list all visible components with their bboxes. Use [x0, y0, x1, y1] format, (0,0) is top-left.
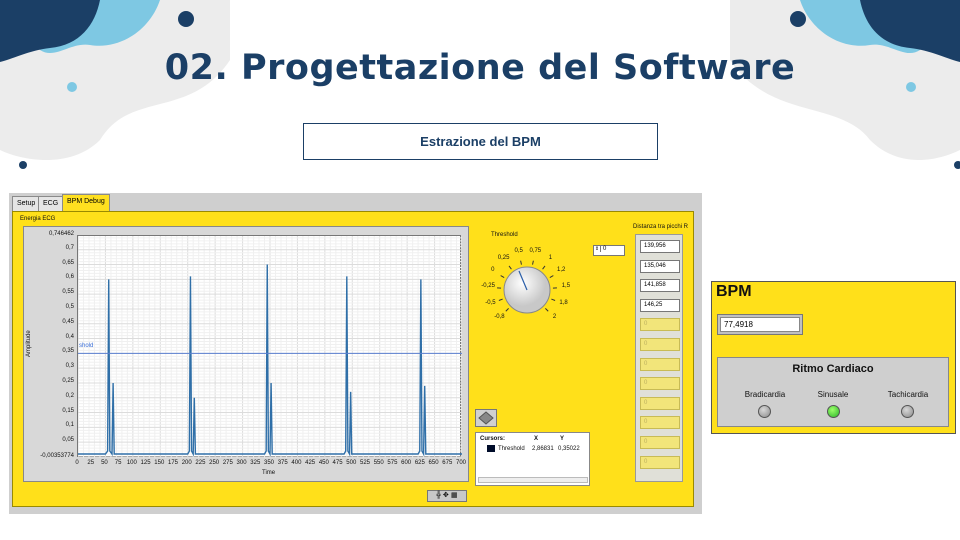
x-tick-label: 700 — [455, 460, 466, 466]
y-tick-label: 0,55 — [62, 289, 74, 296]
plot-svg — [77, 236, 463, 458]
led-label-tachicardia: Tachicardia — [887, 390, 929, 399]
distance-item: 0 — [640, 436, 680, 449]
cursor-move-button[interactable] — [475, 409, 497, 427]
distance-item: 0 — [640, 338, 680, 351]
cursors-legend: Cursors: X Y Threshold 2,86831 0,35022 — [475, 432, 590, 486]
ecg-energy-chart: Amplitude 0,746462 0,7 0,65 0,6 0,55 0,5 0,45 0… — [23, 226, 469, 482]
knob-tick-label: -0,5 — [485, 299, 496, 306]
distance-array: 139,956 135,046 141,858 146,25 0 0 0 0 0 0 0 0 — [635, 234, 683, 482]
led-sinusale — [827, 405, 840, 418]
y-tick-label: 0,2 — [65, 392, 74, 399]
bpm-indicator: 77,4918 — [717, 314, 803, 335]
y-tick-label: 0,4 — [65, 333, 74, 340]
distance-item: 139,956 — [640, 240, 680, 253]
bpm-panel: BPM 77,4918 Ritmo Cardiaco Bradicardia S… — [711, 281, 956, 434]
knob-tick — [520, 260, 522, 265]
y-tick-label: 0,15 — [62, 407, 74, 414]
led-label-bradicardia: Bradicardia — [744, 390, 786, 399]
tab-setup[interactable]: Setup — [12, 196, 41, 212]
cursor-diamond-icon — [478, 411, 494, 425]
knob-tick-label: 1,5 — [561, 283, 571, 290]
x-axis-label: Time — [262, 470, 276, 476]
rhythm-title: Ritmo Cardiaco — [792, 363, 874, 375]
y-tick-label: 0,05 — [62, 437, 74, 444]
knob-tick-label: 1,8 — [559, 299, 568, 306]
led-bradicardia — [758, 405, 771, 418]
cursors-scrollbar[interactable] — [478, 477, 588, 483]
distance-label: Distanza tra picchi R — [633, 224, 689, 230]
knob-tick-label: 0,5 — [514, 247, 523, 254]
distance-item: 0 — [640, 416, 680, 430]
knob-tick-label: -0,25 — [481, 283, 495, 290]
y-tick-label: 0,25 — [62, 377, 74, 384]
cursor-color-swatch — [487, 445, 495, 452]
slide-title: 02. Progettazione del Software — [164, 48, 796, 88]
section-subtitle: Estrazione del BPM — [303, 123, 658, 160]
led-tachicardia — [901, 405, 914, 418]
knob-tick — [532, 260, 534, 265]
knob-tick — [542, 265, 546, 270]
tab-ecg[interactable]: ECG — [38, 196, 64, 212]
bpm-value: 77,4918 — [720, 317, 800, 332]
y-tick-label: 0,35 — [62, 348, 74, 355]
chart-label: Energia ECG — [20, 216, 56, 222]
distance-item: 0 — [640, 318, 680, 332]
distance-item: 135,046 — [640, 259, 680, 273]
knob-tick — [508, 265, 512, 270]
knob-tick — [551, 298, 556, 301]
distance-item: 0 — [640, 455, 680, 469]
distance-item: 0 — [640, 357, 680, 371]
knob-tick-label: 1,2 — [557, 267, 566, 274]
knob-tick — [498, 298, 503, 301]
rhythm-box: Ritmo Cardiaco Bradicardia Sinusale Tach… — [717, 357, 949, 427]
y-tick-label: 0,45 — [62, 318, 74, 325]
tab-bpm-debug[interactable]: BPM Debug — [62, 194, 110, 212]
knob-tick — [545, 308, 549, 312]
knob-tick-label: -0,8 — [494, 313, 505, 320]
cursors-y-header: Y — [560, 436, 565, 442]
numeric-control-value: 0 — [603, 246, 607, 252]
threshold-knob-control[interactable]: Threshold -0,8 -0,5 -0,25 0 0,25 0,5 0,75 1 1,2 1… — [475, 232, 585, 332]
y-tick-label: 0,65 — [62, 259, 74, 266]
labview-front-panel: Setup ECG BPM Debug Energia ECG Amplitud… — [9, 193, 702, 514]
knob-tick — [500, 275, 505, 278]
plot-area[interactable]: shold — [77, 235, 463, 458]
cursor-name: Threshold — [498, 446, 525, 452]
distance-item: 141,858 — [640, 279, 680, 293]
knob-tick-label: 0,75 — [529, 247, 542, 254]
cursors-x-header: X — [534, 436, 539, 442]
distance-item: 0 — [640, 377, 680, 391]
cursors-header: Cursors: — [480, 436, 506, 442]
y-tick-label: 0,746462 — [48, 231, 74, 237]
y-tick-label: 0,1 — [65, 422, 74, 429]
distance-item: 146,25 — [640, 298, 680, 312]
cursor-x: 2,86831 — [532, 446, 554, 452]
knob-tick — [549, 275, 554, 278]
knob-tick-label: 0 — [491, 267, 495, 274]
threshold-label: shold — [79, 343, 94, 349]
y-tick-label: 0,3 — [65, 363, 74, 370]
y-tick-label: 0,7 — [65, 244, 74, 251]
knob-tick — [505, 308, 509, 312]
graph-tools-palette[interactable]: ╬ ✥ ▦ — [427, 490, 467, 502]
bpm-title: BPM — [716, 283, 752, 300]
knob-tick-label: 2 — [552, 313, 557, 320]
tab-content-panel: Energia ECG Amplitude 0,746462 0,7 0,65 0,6… — [12, 211, 694, 507]
distance-item: 0 — [640, 396, 680, 410]
y-tick-label: 0,6 — [65, 274, 74, 281]
led-label-sinusale: Sinusale — [817, 390, 849, 399]
numeric-control[interactable]: ⇕ 0 — [593, 245, 625, 256]
knob-tick-label: 0,25 — [497, 254, 510, 261]
y-tick-label: -0,00353774 — [40, 453, 74, 459]
cursor-y: 0,35022 — [558, 446, 580, 452]
y-tick-label: 0,5 — [65, 303, 74, 310]
knob-tick-label: 1 — [548, 254, 553, 261]
